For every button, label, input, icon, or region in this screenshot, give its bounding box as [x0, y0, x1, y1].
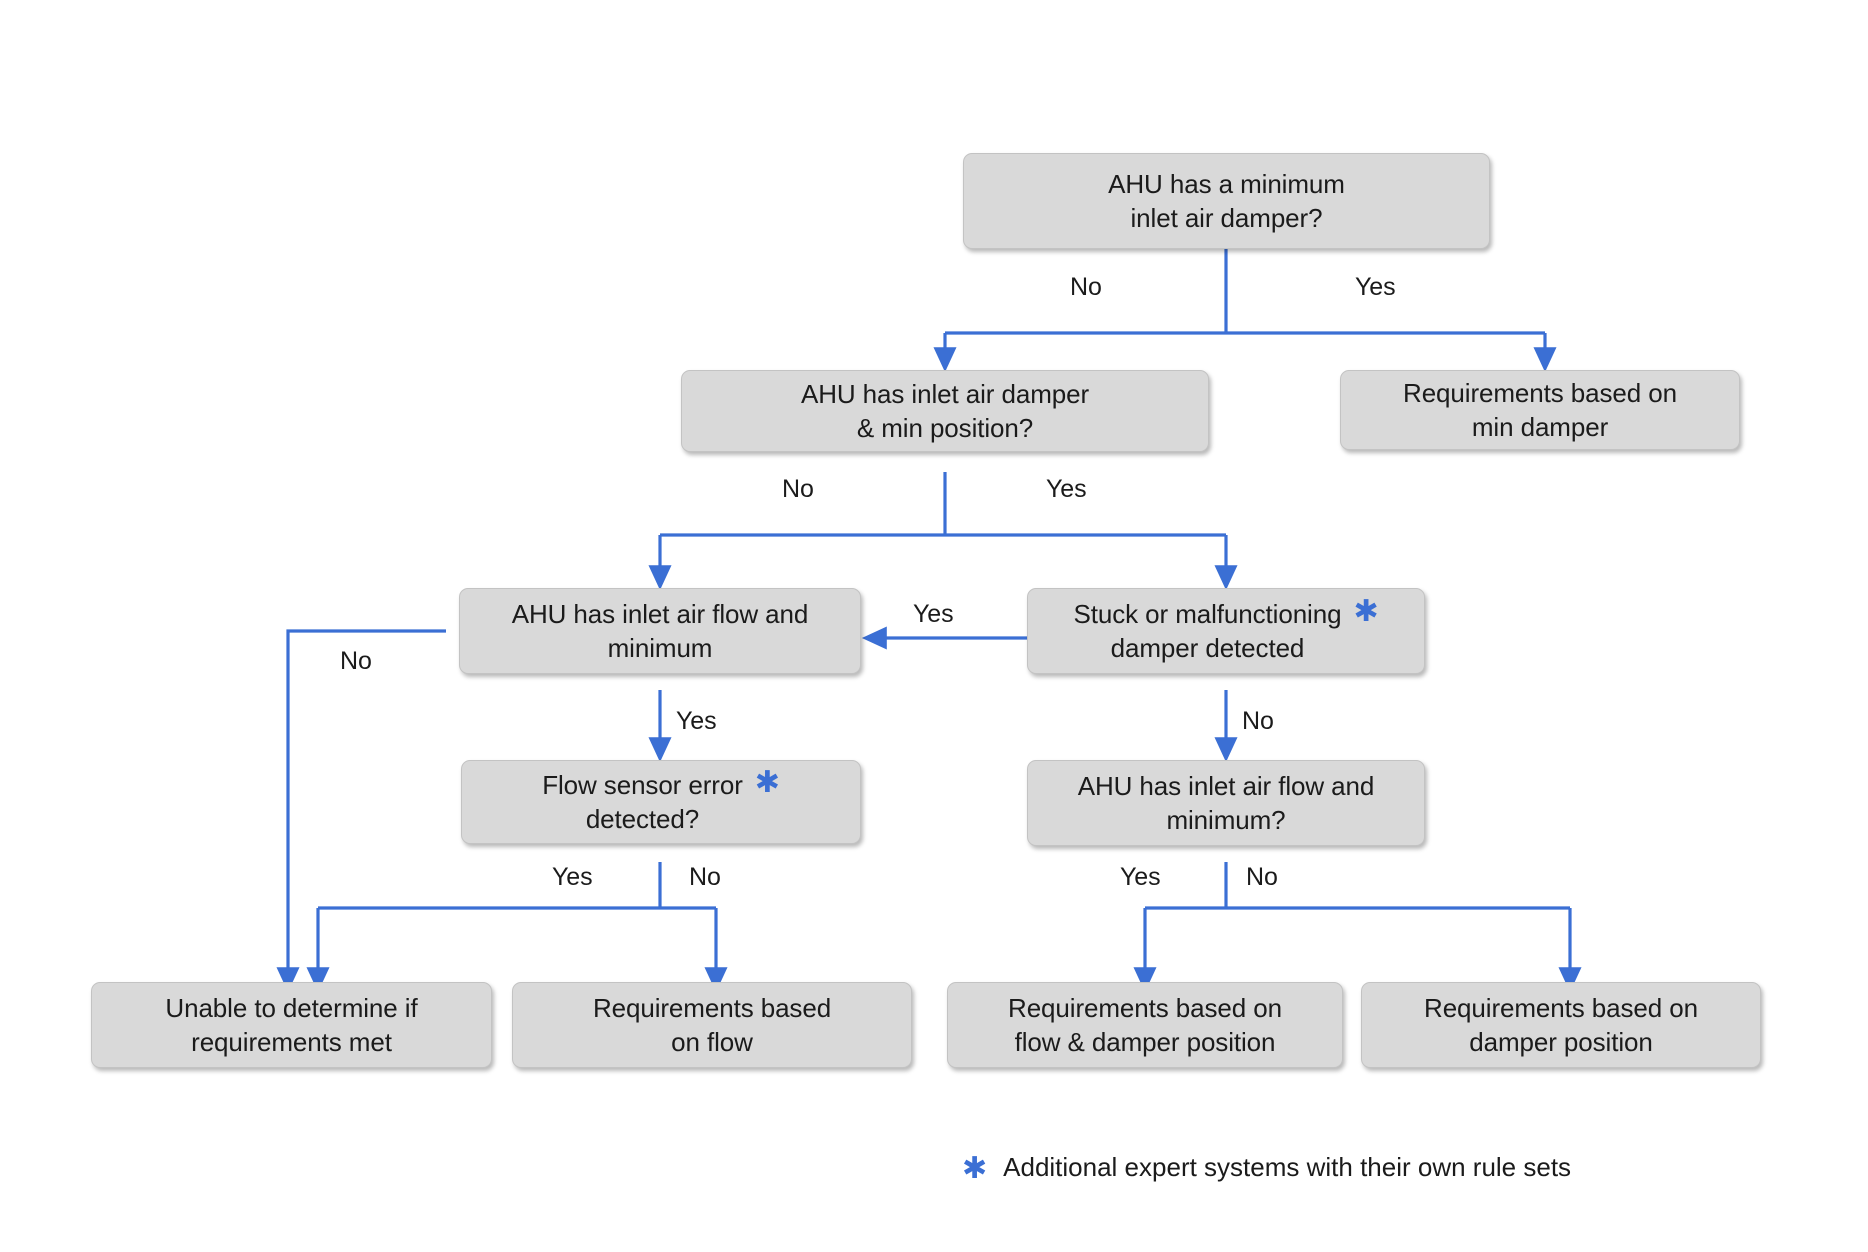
- node-flow-and-minimum-left-label: AHU has inlet air flow and minimum: [511, 598, 809, 663]
- node-stuck-or-malfunctioning-damper[interactable]: Stuck or malfunctioning damper detected …: [1027, 588, 1425, 674]
- edge-label-right-flow-no: No: [1246, 863, 1278, 891]
- node-requirements-flow[interactable]: Requirements based on flow: [512, 982, 912, 1068]
- edge-label-root-no: No: [1070, 273, 1102, 301]
- edge-label-sensor-no: No: [689, 863, 721, 891]
- edge-label-level2-no: No: [782, 475, 814, 503]
- node-damper-and-min-position[interactable]: AHU has inlet air damper & min position?: [681, 370, 1209, 452]
- footnote: ✱ Additional expert systems with their o…: [962, 1152, 1571, 1183]
- edge-label-stuck-damper-no: No: [1242, 707, 1274, 735]
- edge-label-sensor-yes: Yes: [552, 863, 593, 891]
- node-requirements-damper-position[interactable]: Requirements based on damper position: [1361, 982, 1761, 1068]
- node-requirements-flow-damper-position-label: Requirements based on flow & damper posi…: [1008, 992, 1282, 1057]
- node-stuck-or-malfunctioning-damper-label: Stuck or malfunctioning damper detected: [1073, 598, 1342, 663]
- node-unable-to-determine-label: Unable to determine if requirements met: [165, 992, 418, 1057]
- flowchart-canvas: AHU has a minimum inlet air damper? Requ…: [0, 0, 1868, 1252]
- node-requirements-min-damper-label: Requirements based on min damper: [1403, 377, 1677, 442]
- edge-label-level2-yes: Yes: [1046, 475, 1087, 503]
- node-requirements-flow-label: Requirements based on flow: [592, 992, 832, 1057]
- node-flow-and-minimum-left[interactable]: AHU has inlet air flow and minimum: [459, 588, 861, 674]
- asterisk-icon: ✱: [754, 764, 780, 800]
- edge-label-left-flow-yes: Yes: [676, 707, 717, 735]
- edge-label-stuck-damper-yes: Yes: [913, 600, 954, 628]
- node-unable-to-determine[interactable]: Unable to determine if requirements met: [91, 982, 492, 1068]
- node-root[interactable]: AHU has a minimum inlet air damper?: [963, 153, 1490, 249]
- edge-label-left-flow-no: No: [340, 647, 372, 675]
- node-damper-and-min-position-label: AHU has inlet air damper & min position?: [800, 378, 1090, 443]
- node-flow-sensor-error-label: Flow sensor error detected?: [542, 769, 743, 834]
- node-requirements-min-damper[interactable]: Requirements based on min damper: [1340, 370, 1740, 450]
- edge-label-root-yes: Yes: [1355, 273, 1396, 301]
- asterisk-icon: ✱: [1353, 593, 1379, 629]
- node-root-label: AHU has a minimum inlet air damper?: [1108, 168, 1345, 233]
- footnote-text: Additional expert systems with their own…: [1003, 1152, 1572, 1182]
- node-flow-and-minimum-right[interactable]: AHU has inlet air flow and minimum?: [1027, 760, 1425, 846]
- node-requirements-damper-position-label: Requirements based on damper position: [1424, 992, 1698, 1057]
- edge-label-right-flow-yes: Yes: [1120, 863, 1161, 891]
- node-requirements-flow-damper-position[interactable]: Requirements based on flow & damper posi…: [947, 982, 1343, 1068]
- node-flow-and-minimum-right-label: AHU has inlet air flow and minimum?: [1077, 770, 1375, 835]
- asterisk-icon: ✱: [962, 1150, 988, 1186]
- node-flow-sensor-error[interactable]: Flow sensor error detected? ✱: [461, 760, 861, 844]
